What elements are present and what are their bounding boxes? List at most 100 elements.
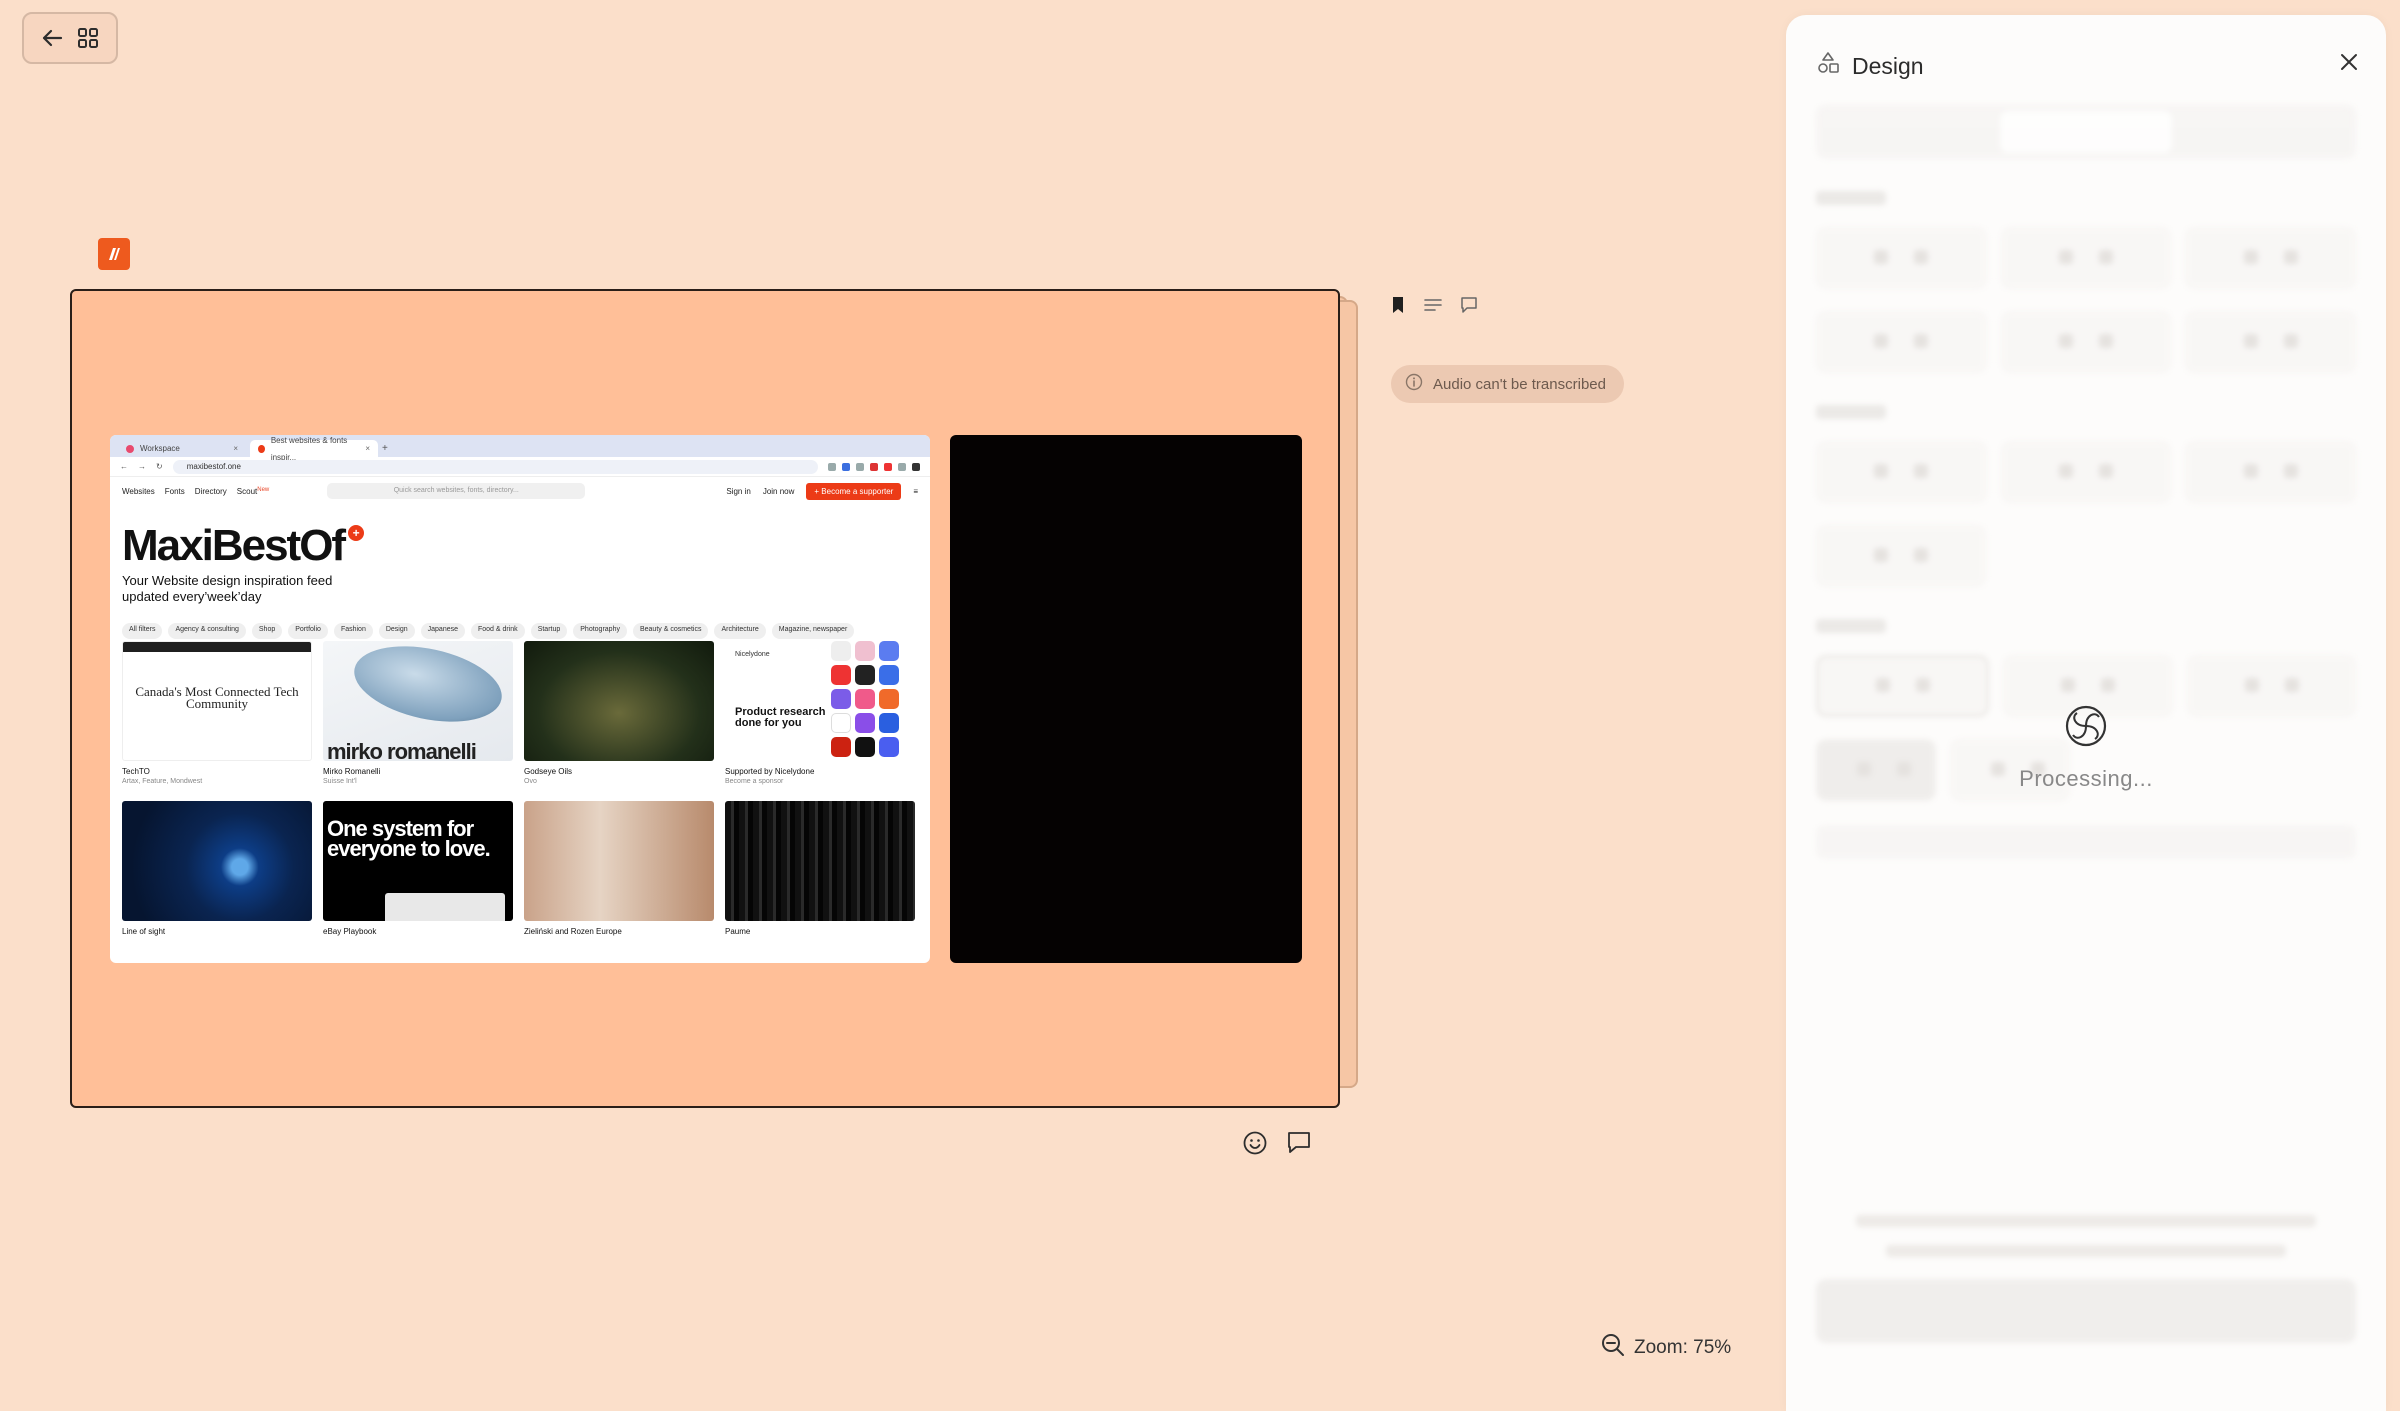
- site-nav-link: Directory: [194, 486, 227, 496]
- apply-button[interactable]: [1816, 1279, 2356, 1343]
- sign-in-link: Sign in: [726, 486, 751, 496]
- thumbnail-heading: Nicelydone: [735, 651, 770, 658]
- grid-icon: [77, 27, 99, 49]
- close-icon: [2338, 54, 2360, 77]
- reload-icon: ↻: [156, 462, 163, 471]
- card-thumbnail: Canada's Most Connected Tech Community: [122, 641, 312, 761]
- thumbnail-text: mirko romanelli: [327, 739, 477, 762]
- new-tab-icon: +: [382, 443, 388, 454]
- design-tabs: [1816, 105, 2356, 159]
- site-card: One system for everyone to love. eBay Pl…: [323, 801, 513, 961]
- site-card: Godseye Oils Ovo: [524, 641, 714, 801]
- site-card: mirko romanelli Mirko Romanelli Suisse I…: [323, 641, 513, 801]
- back-icon: ←: [120, 462, 128, 471]
- back-grid-button[interactable]: [22, 12, 118, 64]
- thumbnail-text: One system for everyone to love.: [327, 816, 491, 861]
- extensions: [828, 462, 920, 471]
- site-nav-link: Fonts: [164, 486, 185, 496]
- shapes-icon: [1816, 51, 1840, 81]
- design-panel: Design Processing...: [1786, 15, 2386, 1411]
- app-icons: [831, 641, 911, 757]
- zoom-label: Zoom: 75%: [1634, 1337, 1732, 1358]
- emoji-icon[interactable]: [1242, 1130, 1268, 1161]
- browser-tab-active: Best websites & fonts inspir... ×: [250, 436, 378, 462]
- extension-icon: [912, 462, 920, 471]
- bookmark-icon[interactable]: [1390, 296, 1406, 319]
- plus-icon: +: [348, 525, 365, 541]
- browser-screenshot: Workspace × Best websites & fonts inspir.…: [110, 435, 930, 963]
- audio-status-text: Audio can't be transcribed: [1433, 375, 1606, 393]
- tab-label: Workspace: [140, 444, 180, 453]
- filter-chip: Food & drink: [471, 623, 525, 639]
- close-icon: ×: [233, 444, 238, 453]
- brand-logo: [98, 238, 130, 270]
- card-title: Godseye Oils: [524, 767, 573, 776]
- card-thumbnail: mirko romanelli: [323, 641, 513, 761]
- card-title: Supported by Nicelydone: [725, 767, 815, 776]
- close-icon: ×: [365, 444, 370, 453]
- comment-icon[interactable]: [1460, 296, 1478, 319]
- site-card: Nicelydone Product research done for you…: [725, 641, 915, 801]
- browser-urlbar: ← → ↻ maxibestof.one: [110, 457, 930, 477]
- card-thumbnail: [524, 801, 714, 921]
- tab-icon: [126, 444, 134, 453]
- browser-tab: Workspace ×: [118, 440, 246, 457]
- filter-chip: Agency & consulting: [168, 623, 246, 639]
- filter-chip: Shop: [251, 623, 283, 639]
- processing-label: Processing...: [2019, 766, 2153, 791]
- card-thumbnail: One system for everyone to love.: [323, 801, 513, 921]
- slide-canvas[interactable]: Workspace × Best websites & fonts inspir.…: [70, 289, 1340, 1108]
- card-title: eBay Playbook: [323, 927, 377, 936]
- extension-icon: [884, 462, 892, 471]
- card-subtitle: Become a sponsor: [725, 778, 784, 785]
- filter-chip: Fashion: [333, 623, 373, 639]
- site-search: Quick search websites, fonts, directory.…: [327, 483, 586, 499]
- hero-title: MaxiBestOf: [122, 521, 346, 570]
- hero-subtitle: Your Website design inspiration feed upd…: [122, 573, 333, 604]
- filter-chip: Photography: [573, 623, 627, 639]
- extension-icon: [842, 462, 850, 471]
- close-panel-button[interactable]: [2338, 51, 2360, 78]
- card-thumbnail: Nicelydone Product research done for you: [725, 641, 915, 761]
- url-field: maxibestof.one: [172, 459, 818, 474]
- card-subtitle: Ovo: [524, 778, 537, 785]
- slide-toolbar: [1390, 296, 1478, 319]
- site-card-grid: Canada's Most Connected Tech Community T…: [110, 639, 930, 961]
- extension-icon: [870, 462, 878, 471]
- browser-tabbar: Workspace × Best websites & fonts inspir.…: [110, 435, 930, 462]
- site-nav: Websites Fonts Directory ScoutNew Quick …: [110, 477, 930, 505]
- comment-icon[interactable]: [1286, 1130, 1312, 1161]
- card-title: Mirko Romanelli: [323, 767, 381, 776]
- filter-chip: All filters: [122, 623, 163, 639]
- extension-icon: [828, 462, 836, 471]
- new-badge: New: [257, 486, 270, 493]
- extension-icon: [898, 462, 906, 471]
- filter-chip: Architecture: [714, 623, 766, 639]
- zoom-control[interactable]: Zoom: 75%: [1600, 1332, 1731, 1364]
- zoom-out-icon[interactable]: [1600, 1332, 1626, 1364]
- arrow-left-icon: [41, 28, 63, 48]
- join-now-link: Join now: [762, 486, 795, 496]
- extension-icon: [856, 462, 864, 471]
- become-supporter-button: + Become a supporter: [806, 482, 902, 500]
- card-title: Paume: [725, 927, 751, 936]
- video-frame: [950, 435, 1302, 963]
- filter-chip: Japanese: [420, 623, 465, 639]
- site-card: Paume: [725, 801, 915, 961]
- text-lines-icon[interactable]: [1424, 297, 1442, 318]
- audio-status-badge: Audio can't be transcribed: [1391, 365, 1624, 403]
- slide-reactions: [1242, 1130, 1312, 1161]
- processing-indicator: Processing...: [1786, 705, 2386, 792]
- card-thumbnail: [122, 801, 312, 921]
- filter-chip: Beauty & cosmetics: [632, 623, 709, 639]
- filter-chip: Design: [378, 623, 415, 639]
- forward-icon: →: [138, 462, 146, 471]
- site-hero: MaxiBestOf + Your Website design inspirat…: [110, 505, 930, 623]
- panel-footer-placeholder: [1816, 1215, 2356, 1343]
- filter-chips: All filters Agency & consulting Shop Por…: [110, 623, 930, 639]
- site-card: Line of sight: [122, 801, 312, 961]
- site-nav-link: Websites: [122, 486, 155, 496]
- filter-chip: Startup: [530, 623, 568, 639]
- card-title: TechTO: [122, 767, 150, 776]
- site-nav-link: ScoutNew: [237, 487, 269, 496]
